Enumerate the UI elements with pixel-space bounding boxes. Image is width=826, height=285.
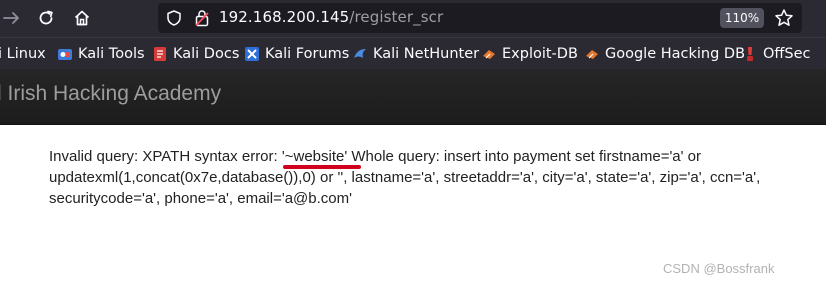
lock-warning-icon[interactable] [194, 9, 210, 27]
address-bar[interactable]: 192.168.200.145/register_scr 110% [158, 3, 802, 33]
offsec-icon [747, 47, 753, 61]
reload-button[interactable] [33, 6, 59, 30]
bookmark-label: Kali Docs [173, 46, 240, 62]
site-navbar: d Irish Hacking Academy [0, 69, 826, 125]
back-button[interactable] [0, 6, 24, 30]
bookmark-kali-linux[interactable]: li Linux [0, 43, 46, 65]
error-prefix: Invalid query: XPATH syntax error: [49, 148, 282, 165]
url-text[interactable]: 192.168.200.145/register_scr [219, 8, 443, 26]
url-host: 192.168.200.145 [219, 8, 350, 26]
shield-icon[interactable] [166, 10, 182, 26]
bookmark-offsec[interactable]: OffSec [742, 43, 811, 65]
error-query-start: Whole query: insert into payment set fir… [347, 148, 702, 165]
bookmark-label: Kali Tools [78, 46, 145, 62]
kali-forums-icon [245, 47, 259, 61]
error-line-3: securitycode='a', phone='a', email='a@b.… [49, 190, 352, 207]
back-arrow-icon [3, 12, 19, 24]
bookmark-kali-forums[interactable]: Kali Forums [244, 43, 349, 65]
bookmark-exploit-db[interactable]: Exploit-DB [481, 43, 578, 65]
error-line-2: updatexml(1,concat(0x7e,database()),0) o… [49, 169, 761, 186]
home-icon [74, 10, 90, 26]
red-annotation-underline [283, 165, 361, 169]
bookmark-label: Exploit-DB [502, 46, 578, 62]
exploit-db-icon [483, 50, 495, 59]
kali-docs-icon [154, 47, 166, 61]
bookmark-kali-nethunter[interactable]: Kali NetHunter [352, 43, 479, 65]
bookmarks-bar: li Linux Kali Tools Kali Docs Kali Forum… [0, 37, 826, 69]
url-path: /register_scr [349, 8, 444, 26]
bookmark-label: Kali NetHunter [373, 46, 480, 62]
bookmark-label: Google Hacking DB [605, 46, 746, 62]
zoom-level-badge[interactable]: 110% [720, 8, 764, 28]
ghdb-icon [586, 50, 598, 59]
csdn-watermark: CSDN @Bossfrank [663, 261, 775, 276]
star-icon[interactable] [774, 8, 794, 28]
home-button[interactable] [69, 6, 95, 30]
xpath-leaked-value: '~website' [281, 148, 348, 165]
bookmark-label: OffSec [763, 46, 811, 62]
site-brand-title[interactable]: d Irish Hacking Academy [0, 82, 221, 106]
kali-tools-icon [58, 49, 72, 60]
browser-toolbar: 192.168.200.145/register_scr 110% [0, 0, 826, 37]
reload-icon [39, 10, 53, 25]
bookmark-label: Kali Forums [265, 46, 350, 62]
bookmark-kali-docs[interactable]: Kali Docs [152, 43, 239, 65]
bookmark-label: li Linux [0, 46, 46, 62]
bookmark-kali-tools[interactable]: Kali Tools [57, 43, 145, 65]
nethunter-icon [354, 49, 366, 58]
bookmark-google-hacking-db[interactable]: Google Hacking DB [584, 43, 745, 65]
error-message: Invalid query: XPATH syntax error: '~web… [49, 146, 819, 209]
error-line-1: Invalid query: XPATH syntax error: '~web… [49, 146, 819, 167]
